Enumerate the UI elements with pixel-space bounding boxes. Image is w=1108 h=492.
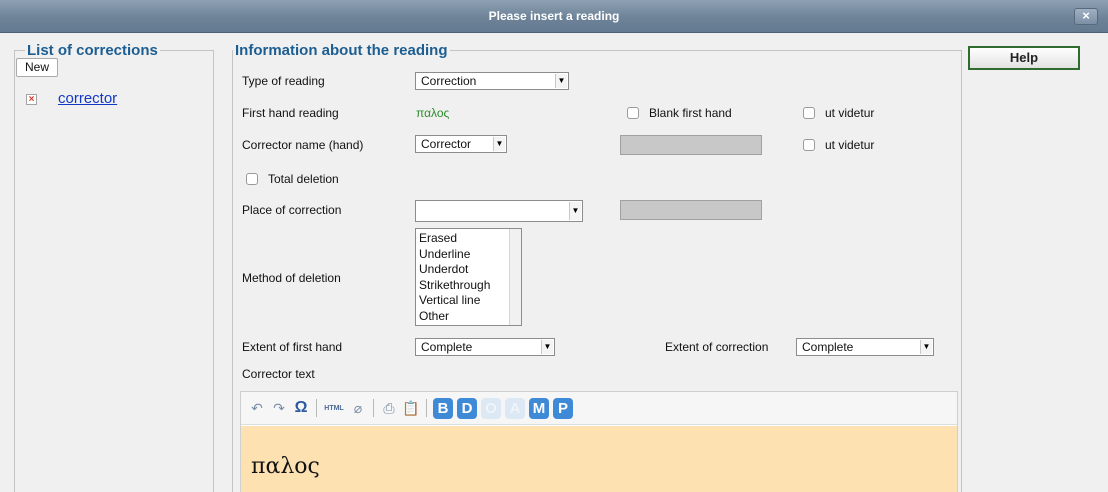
redo-icon[interactable]: ↷ [270,399,288,417]
close-icon: × [1082,8,1090,23]
list-item[interactable]: Erased [419,231,518,247]
extent-of-correction-value: Complete [802,340,854,354]
extent-of-correction-label: Extent of correction [665,340,769,354]
list-item[interactable]: Underdot [419,262,518,278]
toolbar-divider [426,399,427,417]
list-item[interactable]: Vertical line [419,293,518,309]
type-of-reading-label: Type of reading [242,74,325,88]
place-of-correction-label: Place of correction [242,203,342,217]
editor-toolbar: ↶ ↷ Ω HTML ⌀ ⎙ 📋 B D O A M P [241,392,957,425]
toolbar-button-d[interactable]: D [457,397,477,419]
toolbar-button-p[interactable]: P [553,397,573,419]
blank-first-hand-label: Blank first hand [649,106,732,120]
toolbar-button-o: O [481,397,501,419]
corrector-name-other-field[interactable] [620,135,762,155]
chevron-down-icon: ▼ [493,137,505,151]
place-of-correction-other-field[interactable] [620,200,762,220]
new-correction-button[interactable]: New [16,58,58,77]
eraser-icon[interactable]: ⌀ [349,399,367,417]
extent-of-first-hand-value: Complete [421,340,473,354]
blank-first-hand-checkbox[interactable] [627,107,639,119]
chevron-down-icon: ▼ [569,202,581,220]
html-source-icon[interactable]: HTML [323,405,345,412]
list-of-corrections-legend: List of corrections [27,42,158,59]
listbox-scrollbar[interactable] [509,229,521,325]
toolbar-button-b[interactable]: B [433,397,453,419]
print-icon[interactable]: ⎙ [380,399,398,417]
corrector-name-value: Corrector [421,137,472,151]
corrector-name-select[interactable]: Corrector ▼ [415,135,507,153]
help-button[interactable]: Help [968,46,1080,70]
place-of-correction-select[interactable]: ▼ [415,200,583,222]
ut-videtur-corrector-checkbox[interactable] [803,139,815,151]
list-of-corrections-panel: List of corrections [14,42,214,492]
corrector-text-label: Corrector text [242,367,315,381]
toolbar-divider [373,399,374,417]
list-item[interactable]: Underline [419,247,518,263]
corrector-text-value: παλος [251,454,320,479]
correction-link-corrector[interactable]: corrector [58,90,117,107]
editor-content-area[interactable]: παλος [241,426,957,492]
method-of-deletion-listbox[interactable]: Erased Underline Underdot Strikethrough … [415,228,522,326]
chevron-down-icon: ▼ [920,340,932,354]
reading-info-legend: Information about the reading [235,42,448,59]
first-hand-reading-value: παλος [416,106,450,120]
toolbar-button-m[interactable]: M [529,397,549,419]
total-deletion-label: Total deletion [268,172,339,186]
ut-videtur-first-hand-label: ut videtur [825,106,875,120]
type-of-reading-value: Correction [421,74,477,88]
special-character-icon[interactable]: Ω [292,399,310,417]
dialog-title: Please insert a reading [488,9,620,23]
extent-of-first-hand-select[interactable]: Complete ▼ [415,338,555,356]
ut-videtur-first-hand-checkbox[interactable] [803,107,815,119]
corrector-text-editor: ↶ ↷ Ω HTML ⌀ ⎙ 📋 B D O A M P παλος [240,391,958,492]
method-of-deletion-label: Method of deletion [242,271,341,285]
dialog-titlebar: Please insert a reading × [0,0,1108,33]
toolbar-divider [316,399,317,417]
extent-of-correction-select[interactable]: Complete ▼ [796,338,934,356]
list-item[interactable]: Other [419,309,518,325]
dialog-content: List of corrections New × corrector Info… [0,34,1108,492]
extent-of-first-hand-label: Extent of first hand [242,340,343,354]
first-hand-reading-label: First hand reading [242,106,339,120]
close-button[interactable]: × [1074,8,1098,25]
paste-icon[interactable]: 📋 [402,399,420,417]
total-deletion-checkbox[interactable] [246,173,258,185]
chevron-down-icon: ▼ [541,340,553,354]
ut-videtur-corrector-label: ut videtur [825,138,875,152]
corrector-name-label: Corrector name (hand) [242,138,364,152]
delete-correction-icon[interactable]: × [26,94,37,105]
list-item[interactable]: Strikethrough [419,278,518,294]
type-of-reading-select[interactable]: Correction ▼ [415,72,569,90]
chevron-down-icon: ▼ [555,74,567,88]
undo-icon[interactable]: ↶ [248,399,266,417]
toolbar-button-a: A [505,397,525,419]
